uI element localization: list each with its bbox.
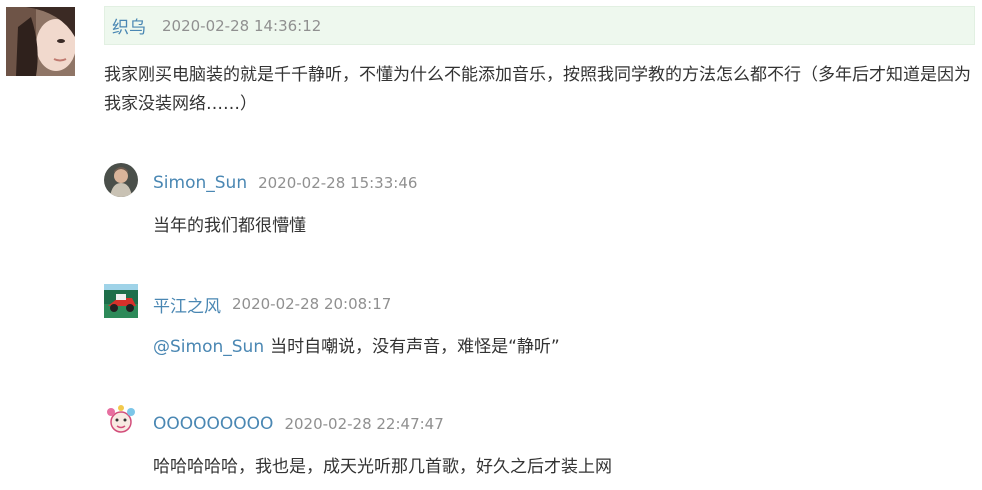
reply-author[interactable]: OOOOOOOOO [153,414,273,434]
reply-timestamp: 2020-02-28 22:47:47 [284,415,444,433]
reply-author[interactable]: Simon_Sun [153,173,247,193]
reply-item: Simon_Sun 2020-02-28 15:33:46 当年的我们都很懵懂 [104,163,974,259]
reply-text: 哈哈哈哈哈，我也是，成天光听那几首歌，好久之后才装上网 [153,457,612,477]
user-avatar[interactable] [6,7,75,76]
race-car-icon [104,284,138,318]
reply-avatar[interactable] [104,404,138,438]
reply-text: 当年的我们都很懵懂 [153,216,306,236]
comment-thread: 织乌 2020-02-28 14:36:12 我家刚买电脑装的就是千千静听，不懂… [0,0,982,490]
reply-item: OOOOOOOOO 2020-02-28 22:47:47 哈哈哈哈哈，我也是，… [104,404,974,490]
reply-header: OOOOOOOOO 2020-02-28 22:47:47 [153,412,444,436]
reply-timestamp: 2020-02-28 20:08:17 [232,295,392,313]
reply-text: 当时自嘲说，没有声音，难怪是“静听” [270,337,560,357]
reply-header: Simon_Sun 2020-02-28 15:33:46 [153,171,417,195]
reply-body: @Simon_Sun 当时自嘲说，没有声音，难怪是“静听” [153,332,560,357]
reply-body: 哈哈哈哈哈，我也是，成天光听那几首歌，好久之后才装上网 [153,452,612,477]
comment-header: 织乌 2020-02-28 14:36:12 [104,6,975,45]
reply-body: 当年的我们都很懵懂 [153,211,306,236]
reply-header: 平江之风 2020-02-28 20:08:17 [153,292,392,317]
reply-avatar[interactable] [104,284,138,318]
cartoon-avatar-icon [104,404,138,438]
comment-author[interactable]: 织乌 [112,13,146,38]
reply-avatar[interactable] [104,163,138,197]
reply-timestamp: 2020-02-28 15:33:46 [258,174,418,192]
comment-timestamp: 2020-02-28 14:36:12 [162,16,322,35]
reply-item: 平江之风 2020-02-28 20:08:17 @Simon_Sun 当时自嘲说… [104,284,974,380]
avatar-photo-icon [6,7,75,76]
avatar-photo-icon [104,163,138,197]
reply-author[interactable]: 平江之风 [153,292,221,317]
mention-link[interactable]: @Simon_Sun [153,337,264,357]
comment-body: 我家刚买电脑装的就是千千静听，不懂为什么不能添加音乐，按照我同学教的方法怎么都不… [104,65,971,114]
